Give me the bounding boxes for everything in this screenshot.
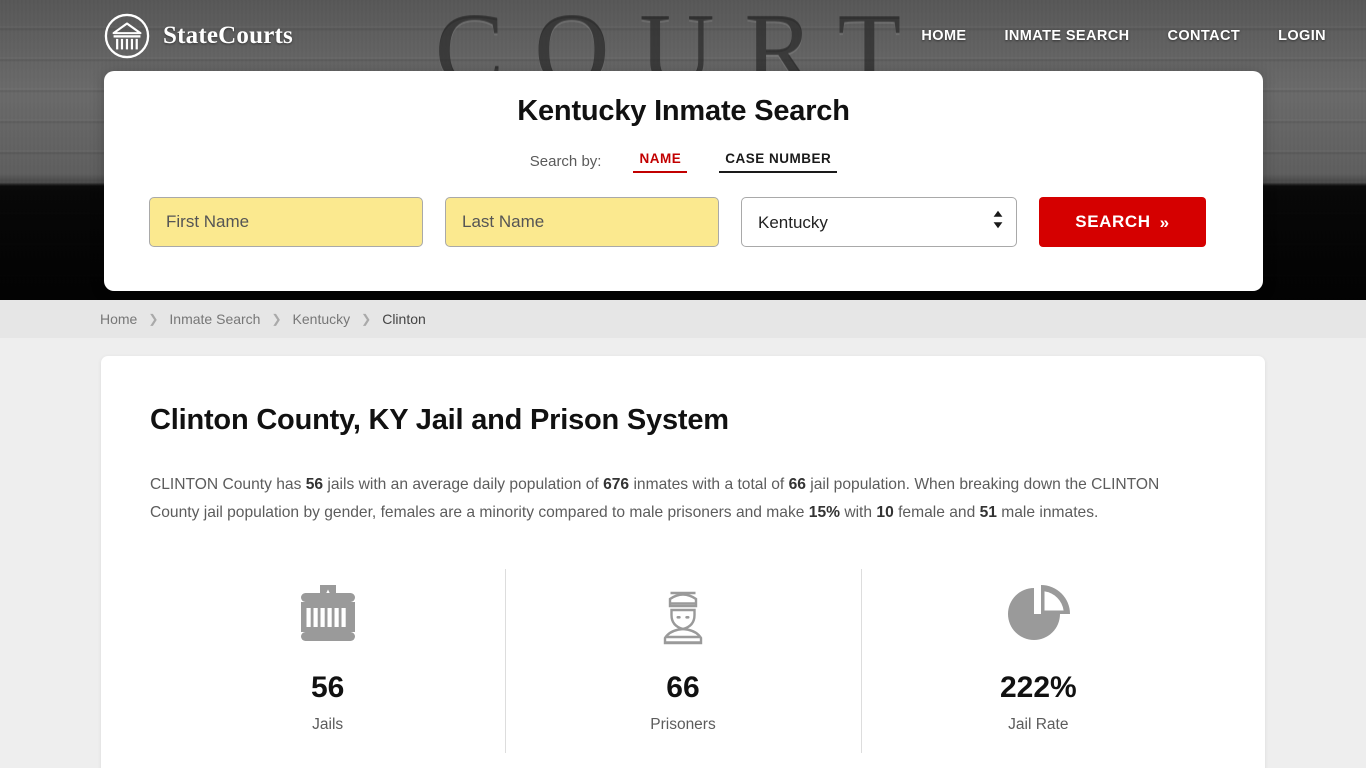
- pie-chart-icon: [861, 579, 1216, 649]
- search-by-row: Search by: NAME CASE NUMBER: [149, 150, 1218, 173]
- search-submit-button[interactable]: SEARCH »: [1039, 197, 1206, 247]
- stat-jails-label: Jails: [312, 716, 344, 733]
- summary-avg-daily-population: 676: [603, 476, 630, 493]
- breadcrumb-separator-icon: ❯: [271, 312, 282, 326]
- summary-text-3: inmates with a total of: [629, 476, 789, 493]
- prisoner-person-icon: [505, 579, 860, 649]
- summary-text-6: female and: [893, 504, 980, 521]
- tab-search-by-name[interactable]: NAME: [633, 150, 688, 173]
- nav-item-inmate-search[interactable]: INMATE SEARCH: [1005, 28, 1130, 44]
- summary-female-count: 10: [876, 504, 894, 521]
- stat-jails: 56 Jails: [150, 569, 505, 764]
- stat-prisoners: 66 Prisoners: [505, 569, 860, 764]
- county-summary-paragraph: CLINTON County has 56 jails with an aver…: [150, 471, 1212, 527]
- breadcrumb: Home ❯ Inmate Search ❯ Kentucky ❯ Clinto…: [0, 300, 1366, 338]
- search-card-title: Kentucky Inmate Search: [517, 95, 850, 127]
- main-nav: HOME INMATE SEARCH CONTACT LOGIN: [921, 28, 1326, 44]
- last-name-input[interactable]: [445, 197, 719, 247]
- summary-jails-count: 56: [305, 476, 324, 493]
- breadcrumb-separator-icon: ❯: [361, 312, 372, 326]
- courthouse-circle-logo-icon: [104, 13, 150, 59]
- breadcrumb-item-kentucky[interactable]: Kentucky: [293, 311, 351, 327]
- tab-search-by-case-number[interactable]: CASE NUMBER: [719, 150, 838, 173]
- stat-prisoners-label: Prisoners: [650, 716, 716, 733]
- breadcrumb-item-home[interactable]: Home: [100, 311, 137, 327]
- state-select-wrapper: Kentucky: [741, 197, 1017, 247]
- stat-jail-rate-label: Jail Rate: [1008, 716, 1069, 733]
- summary-male-count: 51: [979, 504, 997, 521]
- nav-item-contact[interactable]: CONTACT: [1167, 28, 1240, 44]
- page-title: Clinton County, KY Jail and Prison Syste…: [150, 404, 729, 436]
- hero-banner: COURT HOUSE StateCourts HOME INMATE SEAR: [0, 0, 1366, 300]
- stat-jail-rate: 222% Jail Rate: [860, 569, 1216, 764]
- nav-item-login[interactable]: LOGIN: [1278, 28, 1326, 44]
- stat-prisoners-value: 66: [666, 671, 700, 704]
- summary-female-percentage: 15%: [808, 504, 840, 521]
- search-button-label: SEARCH: [1075, 212, 1151, 231]
- page-body: Clinton County, KY Jail and Prison Syste…: [0, 338, 1366, 768]
- stat-jail-rate-value: 222%: [999, 671, 1077, 704]
- summary-text-5: with: [839, 504, 877, 521]
- breadcrumb-item-inmate-search[interactable]: Inmate Search: [169, 311, 260, 327]
- breadcrumb-item-clinton: Clinton: [382, 311, 426, 327]
- statistics-row: 56 Jails 66 Prisoners 222% Jail Rate: [150, 569, 1216, 764]
- first-name-input[interactable]: [149, 197, 423, 247]
- double-chevron-right-icon: »: [1159, 212, 1170, 232]
- brand-name: StateCourts: [163, 22, 293, 49]
- search-form: Kentucky SEARCH »: [149, 197, 1218, 247]
- county-detail-card: Clinton County, KY Jail and Prison Syste…: [101, 356, 1265, 768]
- summary-text-7: male inmates.: [996, 504, 1099, 521]
- summary-text-2: jails with an average daily population o…: [323, 476, 604, 493]
- search-by-label: Search by:: [529, 153, 602, 170]
- summary-total-jail-population: 66: [788, 476, 806, 493]
- brand-logo-link[interactable]: StateCourts: [104, 13, 293, 59]
- state-select[interactable]: Kentucky: [741, 197, 1017, 247]
- nav-item-home[interactable]: HOME: [921, 28, 966, 44]
- stat-jails-value: 56: [310, 671, 345, 704]
- jail-bars-badge-icon: [150, 579, 505, 649]
- top-navigation-bar: StateCourts HOME INMATE SEARCH CONTACT L…: [0, 0, 1366, 72]
- inmate-search-card: Kentucky Inmate Search Search by: NAME C…: [104, 71, 1263, 291]
- summary-text-1: CLINTON County has: [150, 476, 306, 493]
- breadcrumb-separator-icon: ❯: [148, 312, 159, 326]
